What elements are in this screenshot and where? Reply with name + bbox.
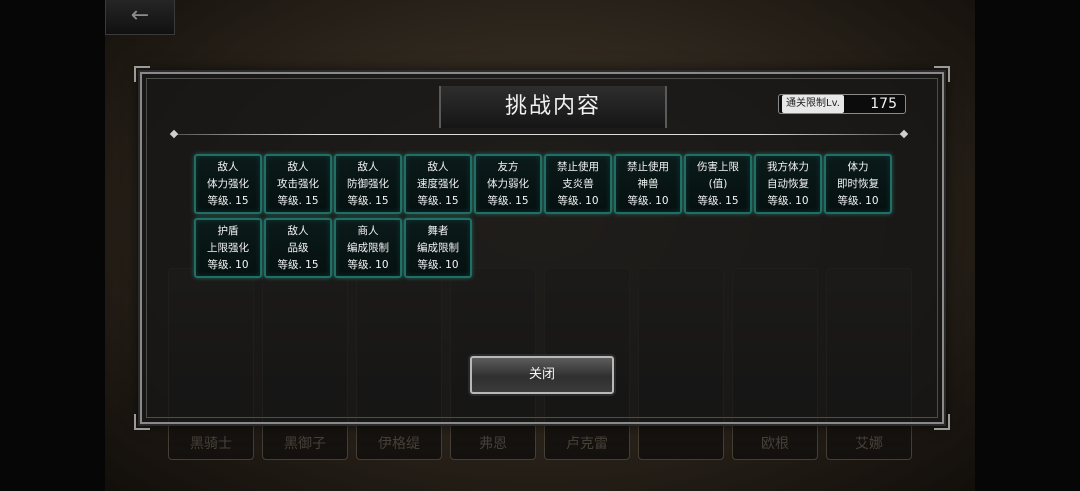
close-button[interactable]: 关闭 xyxy=(470,356,614,394)
frame-corner xyxy=(934,414,950,430)
clear-limit-value: 175 xyxy=(870,96,897,112)
effect-tile[interactable]: 敌人 防御强化 等级. 15 xyxy=(334,154,402,214)
effect-tile[interactable]: 我方体力 自动恢复 等级. 10 xyxy=(754,154,822,214)
title-divider xyxy=(174,134,904,135)
title-plate: 挑战内容 xyxy=(439,86,667,128)
effect-tile[interactable]: 禁止使用 神兽 等级. 10 xyxy=(614,154,682,214)
challenge-content-dialog: 挑战内容 通关限制Lv. 175 敌人 体力强化 等级. 15 敌人 攻击强化 等级. … xyxy=(134,66,950,430)
clear-limit-level: 通关限制Lv. 175 xyxy=(778,94,906,114)
frame-corner xyxy=(134,414,150,430)
effect-tile[interactable]: 商人 编成限制 等级. 10 xyxy=(334,218,402,278)
effect-tile[interactable]: 敌人 攻击强化 等级. 15 xyxy=(264,154,332,214)
effect-tile[interactable]: 友方 体力弱化 等级. 15 xyxy=(474,154,542,214)
effect-tile[interactable]: 禁止使用 支炎兽 等级. 10 xyxy=(544,154,612,214)
effect-tile[interactable]: 护盾 上限强化 等级. 10 xyxy=(194,218,262,278)
right-letterbox xyxy=(975,0,1080,491)
dialog-title: 挑战内容 xyxy=(504,94,601,119)
frame-corner xyxy=(934,66,950,82)
effect-tile[interactable]: 舞者 编成限制 等级. 10 xyxy=(404,218,472,278)
effect-tile[interactable]: 敌人 体力强化 等级. 15 xyxy=(194,154,262,214)
challenge-effects-grid: 敌人 体力强化 等级. 15 敌人 攻击强化 等级. 15 敌人 防御强化 等级. 15 敌… xyxy=(194,154,894,278)
effect-tile[interactable]: 体力 即时恢复 等级. 10 xyxy=(824,154,892,214)
effect-tile[interactable]: 伤害上限 (值) 等级. 15 xyxy=(684,154,752,214)
effect-tile[interactable]: 敌人 速度强化 等级. 15 xyxy=(404,154,472,214)
clear-limit-label: 通关限制Lv. xyxy=(782,95,844,113)
frame-corner xyxy=(134,66,150,82)
left-letterbox xyxy=(0,0,105,491)
effect-tile[interactable]: 敌人 品级 等级. 15 xyxy=(264,218,332,278)
